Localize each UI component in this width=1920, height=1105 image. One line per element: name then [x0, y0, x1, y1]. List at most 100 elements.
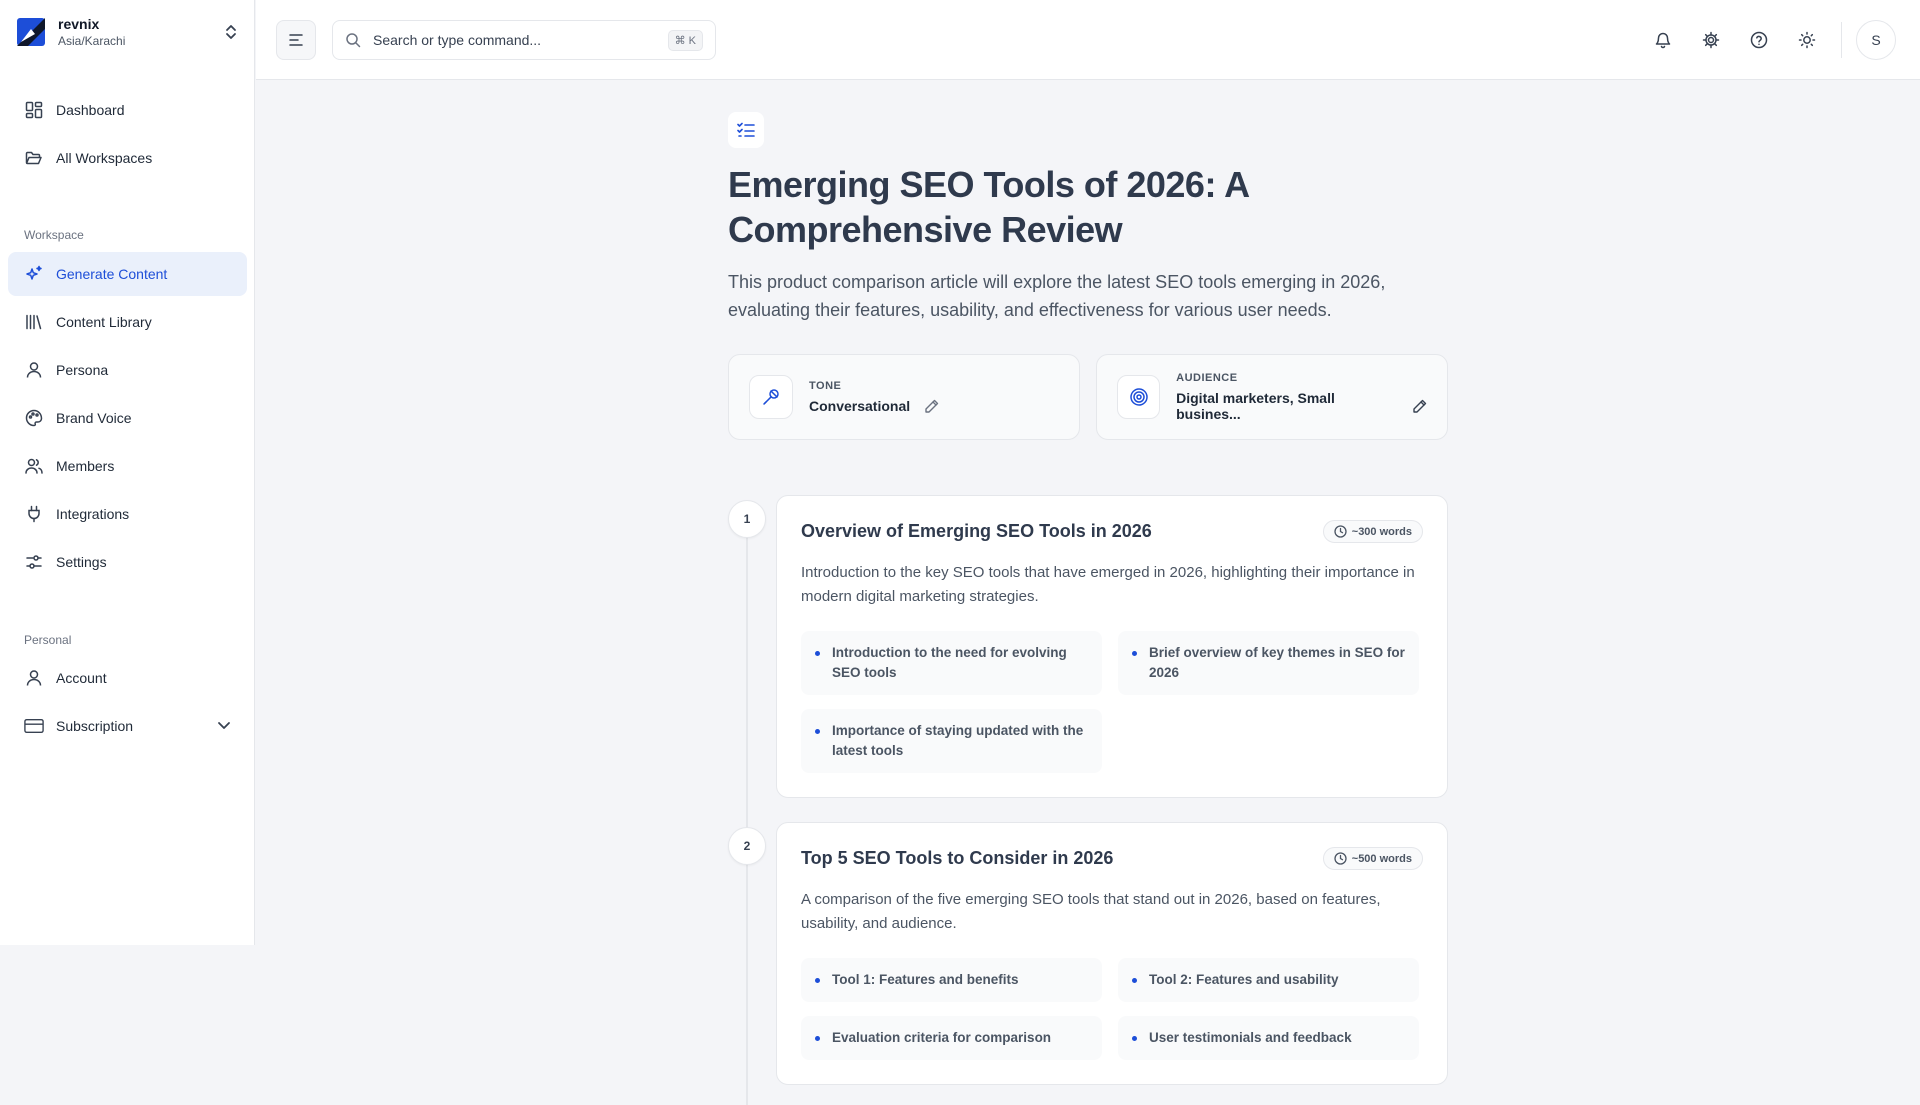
- nav-item-account[interactable]: Account: [8, 656, 247, 700]
- section-card[interactable]: Top 5 SEO Tools to Consider in 2026 ~500…: [776, 822, 1448, 1085]
- section-points: Tool 1: Features and benefits Tool 2: Fe…: [801, 958, 1423, 1060]
- org-switcher[interactable]: revnix Asia/Karachi: [16, 14, 241, 50]
- main-nav: Dashboard All Workspaces: [8, 88, 247, 184]
- library-icon: [24, 312, 44, 332]
- search-icon: [346, 33, 361, 48]
- tone-value: Conversational: [809, 398, 911, 414]
- word-count-badge: ~300 words: [1322, 520, 1423, 543]
- word-count: ~300 words: [1351, 525, 1412, 538]
- list-item: Importance of staying updated with the l…: [801, 709, 1102, 773]
- outline-section: 1 Overview of Emerging SEO Tools in 2026…: [728, 495, 1448, 798]
- personal-nav: Account Subscription: [8, 656, 247, 752]
- edit-tone-icon[interactable]: [924, 399, 939, 414]
- list-item: Evaluation criteria for comparison: [801, 1016, 1102, 1060]
- nav-item-settings[interactable]: Settings: [8, 540, 247, 584]
- palette-icon: [24, 408, 44, 428]
- list-item: Brief overview of key themes in SEO for …: [1118, 631, 1419, 695]
- target-icon: [1117, 375, 1161, 419]
- topbar: ⌘ K S: [256, 0, 1920, 80]
- topbar-actions: S: [1637, 18, 1896, 62]
- audience-card[interactable]: AUDIENCE Digital marketers, Small busine…: [1096, 354, 1448, 440]
- chevrons-up-down-icon[interactable]: [221, 20, 241, 44]
- audience-label: AUDIENCE: [1176, 372, 1238, 384]
- clock-icon: [1334, 852, 1347, 865]
- nav-item-members[interactable]: Members: [8, 444, 247, 488]
- article-description: This product comparison article will exp…: [728, 272, 1386, 320]
- workspace-section-label: Workspace: [24, 228, 84, 242]
- nav-label: Content Library: [56, 314, 152, 330]
- nav-label: All Workspaces: [56, 150, 153, 166]
- tone-card[interactable]: TONE Conversational: [728, 354, 1080, 440]
- edit-audience-icon[interactable]: [1412, 399, 1427, 414]
- section-points: Introduction to the need for evolving SE…: [801, 631, 1423, 773]
- nav-item-generate-content[interactable]: Generate Content: [8, 252, 247, 296]
- sidebar: revnix Asia/Karachi Dashboard All Worksp…: [0, 0, 255, 945]
- mic-icon: [749, 375, 793, 419]
- nav-item-dashboard[interactable]: Dashboard: [8, 88, 247, 132]
- nav-label: Integrations: [56, 506, 130, 522]
- menu-icon: [289, 34, 303, 46]
- nav-item-integrations[interactable]: Integrations: [8, 492, 247, 536]
- nav-label: Subscription: [56, 718, 134, 734]
- list-item: Tool 1: Features and benefits: [801, 958, 1102, 1002]
- nav-label: Persona: [56, 362, 109, 378]
- nav-label: Dashboard: [56, 102, 125, 118]
- users-icon: [24, 456, 44, 476]
- section-title: Top 5 SEO Tools to Consider in 2026: [801, 848, 1114, 868]
- org-name: revnix: [58, 15, 100, 32]
- nav-label: Generate Content: [56, 266, 168, 282]
- revnix-logo-icon: [17, 18, 45, 46]
- workspace-nav: Generate Content Content Library Persona…: [8, 252, 247, 588]
- nav-item-subscription[interactable]: Subscription: [8, 704, 247, 748]
- nav-item-brand-voice[interactable]: Brand Voice: [8, 396, 247, 440]
- search-input[interactable]: [373, 32, 668, 48]
- list-item: User testimonials and feedback: [1118, 1016, 1419, 1060]
- personal-section-label: Personal: [24, 633, 72, 647]
- dashboard-icon: [24, 100, 44, 120]
- plug-icon: [24, 504, 44, 524]
- nav-label: Account: [56, 670, 107, 686]
- credit-card-icon: [24, 716, 44, 736]
- article-header: Emerging SEO Tools of 2026: A Comprehens…: [728, 112, 1448, 440]
- section-title: Overview of Emerging SEO Tools in 2026: [801, 521, 1152, 541]
- nav-label: Members: [56, 458, 115, 474]
- toggle-sidebar-button[interactable]: [276, 20, 316, 60]
- org-timezone: Asia/Karachi: [58, 33, 126, 48]
- nav-label: Settings: [56, 554, 107, 570]
- help-circle-icon[interactable]: [1737, 18, 1781, 62]
- avatar[interactable]: S: [1856, 20, 1896, 60]
- section-description: Introduction to the key SEO tools that h…: [801, 564, 1415, 605]
- gear-icon[interactable]: [1689, 18, 1733, 62]
- section-card[interactable]: Overview of Emerging SEO Tools in 2026 ~…: [776, 495, 1448, 798]
- article-meta: TONE Conversational AUDIENCE Digital mar…: [728, 354, 1448, 440]
- nav-item-persona[interactable]: Persona: [8, 348, 247, 392]
- folder-open-icon: [24, 148, 44, 168]
- outline-section: 2 Top 5 SEO Tools to Consider in 2026 ~5…: [728, 822, 1448, 1085]
- tone-label: TONE: [809, 380, 842, 392]
- outline-sections: 1 Overview of Emerging SEO Tools in 2026…: [728, 495, 1448, 1105]
- nav-label: Brand Voice: [56, 410, 132, 426]
- clock-icon: [1334, 525, 1347, 538]
- list-item: Tool 2: Features and usability: [1118, 958, 1419, 1002]
- section-number: 2: [728, 827, 766, 865]
- bell-icon[interactable]: [1641, 18, 1685, 62]
- sun-icon[interactable]: [1785, 18, 1829, 62]
- chevron-down-icon[interactable]: [217, 718, 231, 735]
- topbar-divider: [1841, 22, 1842, 58]
- sparkles-icon: [24, 264, 44, 284]
- user-icon: [24, 668, 44, 688]
- search-shortcut: ⌘ K: [667, 29, 703, 51]
- sliders-icon: [24, 552, 44, 572]
- word-count-badge: ~500 words: [1322, 847, 1423, 870]
- nav-item-all-workspaces[interactable]: All Workspaces: [8, 136, 247, 180]
- section-number: 1: [728, 500, 766, 538]
- page-title: Emerging SEO Tools of 2026: A Comprehens…: [728, 164, 1249, 250]
- nav-item-content-library[interactable]: Content Library: [8, 300, 247, 344]
- section-description: A comparison of the five emerging SEO to…: [801, 891, 1381, 932]
- list-item: Introduction to the need for evolving SE…: [801, 631, 1102, 695]
- audience-value: Digital marketers, Small busines...: [1176, 390, 1335, 422]
- list-checks-icon: [728, 112, 764, 148]
- user-icon: [24, 360, 44, 380]
- search-bar[interactable]: ⌘ K: [332, 20, 716, 60]
- word-count: ~500 words: [1351, 852, 1412, 865]
